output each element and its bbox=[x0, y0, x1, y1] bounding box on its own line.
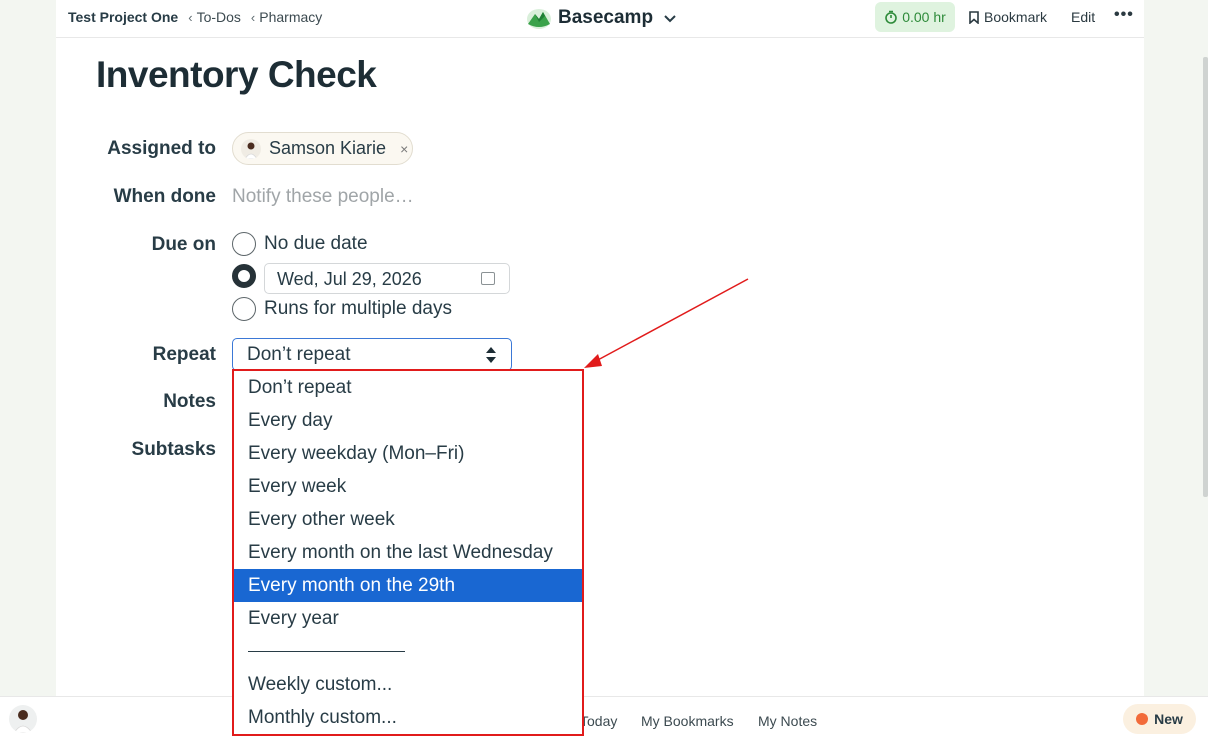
option-divider bbox=[234, 635, 582, 668]
repeat-option[interactable]: Every weekday (Mon–Fri) bbox=[234, 437, 582, 470]
repeat-option[interactable]: Every week bbox=[234, 470, 582, 503]
timer-value: 0.00 hr bbox=[902, 9, 946, 25]
select-arrows-icon bbox=[486, 347, 496, 363]
bookmark-icon bbox=[969, 10, 979, 24]
due-date-field[interactable]: Wed, Jul 29, 2026 bbox=[264, 263, 510, 294]
breadcrumb-project[interactable]: Test Project One bbox=[68, 9, 178, 25]
subtasks-label: Subtasks bbox=[131, 439, 216, 460]
new-dot-icon bbox=[1136, 713, 1149, 725]
repeat-label: Repeat bbox=[152, 344, 216, 365]
repeat-option[interactable]: Every year bbox=[234, 602, 582, 635]
breadcrumb-list[interactable]: Pharmacy bbox=[259, 9, 322, 25]
repeat-option[interactable]: Weekly custom... bbox=[234, 668, 582, 701]
breadcrumb-todos[interactable]: To-Dos bbox=[197, 9, 241, 25]
repeat-option[interactable]: Every day bbox=[234, 404, 582, 437]
my-notes-link[interactable]: My Notes bbox=[758, 713, 817, 729]
page: Test Project One ‹ To-Dos ‹ Pharmacy Bas… bbox=[56, 0, 1144, 740]
notes-label: Notes bbox=[163, 391, 216, 412]
assignee-chip[interactable]: Samson Kiarie × bbox=[232, 132, 413, 165]
basecamp-logo-icon bbox=[527, 9, 551, 29]
repeat-option[interactable]: Every month on the last Wednesday bbox=[234, 536, 582, 569]
more-options-icon[interactable]: ••• bbox=[1114, 6, 1134, 24]
brand-menu[interactable]: Basecamp bbox=[526, 4, 677, 32]
repeat-option-selected[interactable]: Every month on the 29th bbox=[234, 569, 582, 602]
bookmark-label: Bookmark bbox=[984, 9, 1048, 25]
new-label: New bbox=[1154, 711, 1183, 727]
breadcrumb-separator: ‹ bbox=[250, 9, 256, 25]
scrollbar[interactable] bbox=[1203, 57, 1208, 497]
due-on-label: Due on bbox=[151, 234, 216, 255]
my-bookmarks-link[interactable]: My Bookmarks bbox=[641, 713, 734, 729]
bottom-bar: Today My Bookmarks My Notes New bbox=[0, 696, 1208, 740]
brand-name: Basecamp bbox=[558, 7, 654, 28]
today-link[interactable]: Today bbox=[580, 713, 617, 729]
chevron-down-icon bbox=[664, 15, 676, 23]
notify-input[interactable]: Notify these people… bbox=[232, 186, 414, 208]
calendar-icon bbox=[481, 272, 495, 285]
avatar[interactable] bbox=[9, 705, 37, 733]
page-title: Inventory Check bbox=[96, 54, 377, 95]
stopwatch-icon bbox=[885, 10, 898, 24]
bookmark-button[interactable]: Bookmark bbox=[969, 9, 1047, 25]
specific-date-radio[interactable] bbox=[232, 264, 256, 288]
repeat-option[interactable]: Monthly custom... bbox=[234, 701, 582, 734]
no-due-date-label[interactable]: No due date bbox=[264, 233, 368, 255]
remove-assignee-icon[interactable]: × bbox=[400, 141, 408, 157]
timer-button[interactable]: 0.00 hr bbox=[875, 2, 955, 32]
repeat-select[interactable]: Don’t repeat bbox=[232, 338, 512, 371]
repeat-option[interactable]: Every other week bbox=[234, 503, 582, 536]
repeat-option[interactable]: Don’t repeat bbox=[234, 371, 582, 404]
repeat-select-value: Don’t repeat bbox=[247, 344, 351, 365]
due-date-value: Wed, Jul 29, 2026 bbox=[277, 269, 422, 289]
when-done-label: When done bbox=[113, 186, 216, 207]
multiple-days-radio[interactable] bbox=[232, 297, 256, 321]
assigned-to-label: Assigned to bbox=[107, 138, 216, 159]
breadcrumb-separator: ‹ bbox=[188, 9, 193, 25]
repeat-dropdown: Don’t repeat Every day Every weekday (Mo… bbox=[232, 369, 584, 736]
edit-button[interactable]: Edit bbox=[1071, 9, 1095, 25]
top-bar: Test Project One ‹ To-Dos ‹ Pharmacy Bas… bbox=[56, 0, 1144, 38]
avatar bbox=[241, 138, 261, 159]
new-button[interactable]: New bbox=[1123, 704, 1196, 734]
multiple-days-label[interactable]: Runs for multiple days bbox=[264, 298, 452, 320]
assignee-name: Samson Kiarie bbox=[269, 138, 387, 158]
breadcrumb: Test Project One ‹ To-Dos ‹ Pharmacy bbox=[68, 9, 322, 25]
no-due-date-radio[interactable] bbox=[232, 232, 256, 256]
